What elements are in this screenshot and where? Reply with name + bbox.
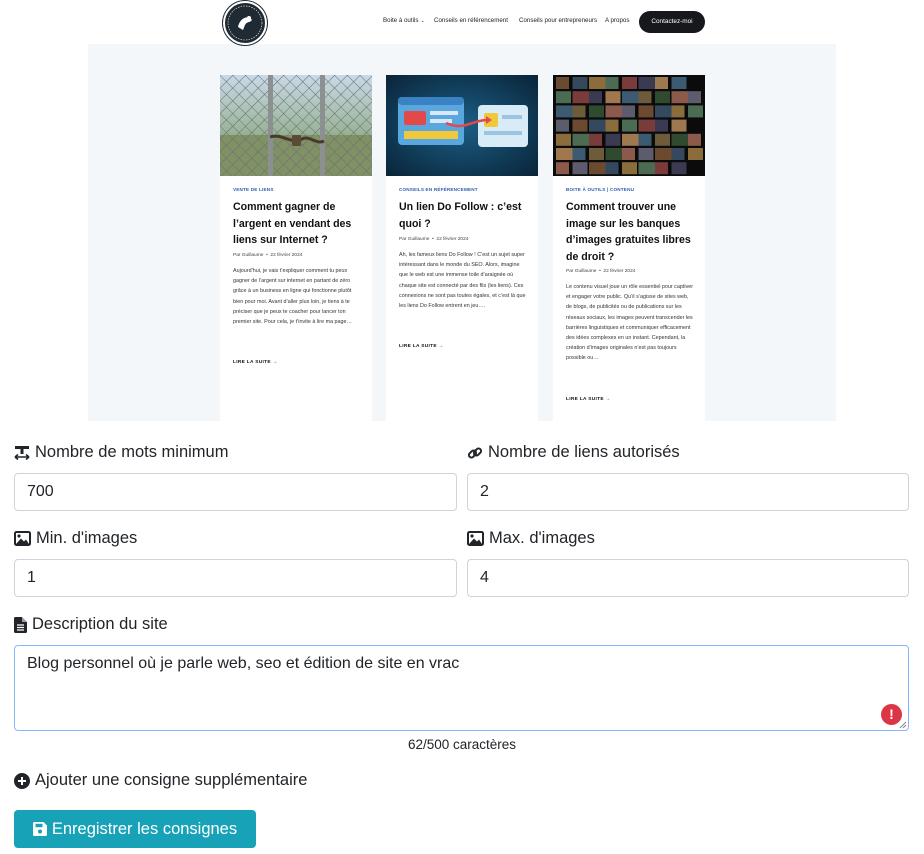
image-icon — [14, 531, 31, 546]
site-logo[interactable] — [223, 1, 267, 45]
description-label: Description du site — [14, 615, 168, 634]
article-title[interactable]: Comment gagner de l’argent en vendant de… — [233, 199, 363, 249]
article-meta: Par Guillaume • 22 février 2024 — [399, 237, 469, 242]
read-more-link[interactable]: LIRE LA SUITE → — [233, 360, 278, 365]
article-excerpt: Aujourd’hui, je vais t’expliquer comment… — [233, 268, 352, 326]
article-excerpt: Ah, les fameux liens Do Follow ! C’est u… — [399, 252, 526, 310]
save-instructions-button[interactable]: Enregistrer les consignes — [14, 810, 256, 848]
nav-conseils-entrepreneurs[interactable]: Conseils pour entrepreneurs — [519, 17, 597, 24]
nav-conseils-referencement[interactable]: Conseils en référencement — [434, 17, 508, 24]
article-image-photo-grid[interactable] — [553, 75, 705, 176]
read-more-link[interactable]: LIRE LA SUITE → — [399, 344, 444, 349]
article-category[interactable]: VENTE DE LIENS — [233, 187, 274, 192]
article-meta: Par Guillaume • 22 février 2024 — [566, 269, 636, 274]
article-title[interactable]: Comment trouver une image sur les banque… — [566, 199, 696, 265]
min-images-input[interactable] — [14, 559, 457, 597]
article-category[interactable]: BOITE À OUTILS | CONTENU — [566, 187, 634, 192]
save-button-label: Enregistrer les consignes — [51, 819, 238, 838]
save-icon — [32, 822, 47, 836]
article-meta: Par Guillaume • 22 février 2024 — [233, 253, 303, 258]
nav-a-propos[interactable]: A propos — [605, 17, 629, 24]
article-title[interactable]: Un lien Do Follow : c’est quoi ? — [399, 199, 529, 232]
file-text-icon — [14, 616, 27, 633]
min-words-input[interactable] — [14, 473, 457, 511]
site-preview: Boite à outils ⌄ Conseils en référencemen… — [0, 0, 924, 421]
article-excerpt: Le contenu visuel joue un rôle essentiel… — [566, 284, 694, 362]
image-icon — [467, 531, 484, 546]
contact-button[interactable]: Contactez-moi — [639, 11, 705, 33]
max-links-label: Nombre de liens autorisés — [467, 443, 680, 462]
article-card[interactable]: BOITE À OUTILS | CONTENU Comment trouver… — [553, 75, 705, 421]
chevron-down-icon: ⌄ — [420, 18, 425, 24]
article-category[interactable]: CONSEILS EN RÉFÉRENCEMENT — [399, 187, 478, 192]
min-words-label: Nombre de mots minimum — [14, 443, 228, 462]
article-image-links[interactable] — [386, 75, 538, 176]
plus-circle-icon — [14, 772, 30, 789]
resize-handle-icon[interactable] — [899, 721, 907, 729]
nav-boite-a-outils[interactable]: Boite à outils ⌄ — [383, 17, 425, 24]
max-images-label: Max. d'images — [467, 529, 595, 548]
add-instruction-label: Ajouter une consigne supplémentaire — [35, 771, 308, 789]
article-card[interactable]: VENTE DE LIENS Comment gagner de l’argen… — [220, 75, 372, 421]
add-instruction-link[interactable]: Ajouter une consigne supplémentaire — [14, 771, 307, 790]
min-images-label: Min. d'images — [14, 529, 137, 548]
text-width-icon — [14, 445, 30, 460]
site-header: Boite à outils ⌄ Conseils en référencemen… — [0, 0, 924, 45]
link-icon — [467, 446, 483, 459]
character-counter: 62/500 caractères — [407, 737, 517, 752]
max-links-input[interactable] — [467, 473, 909, 511]
max-images-input[interactable] — [467, 559, 909, 597]
description-textarea[interactable]: Blog personnel où je parle web, seo et é… — [14, 645, 909, 731]
article-image-fence[interactable] — [220, 75, 372, 176]
read-more-link[interactable]: LIRE LA SUITE → — [566, 397, 611, 402]
article-card[interactable]: CONSEILS EN RÉFÉRENCEMENT Un lien Do Fol… — [386, 75, 538, 421]
